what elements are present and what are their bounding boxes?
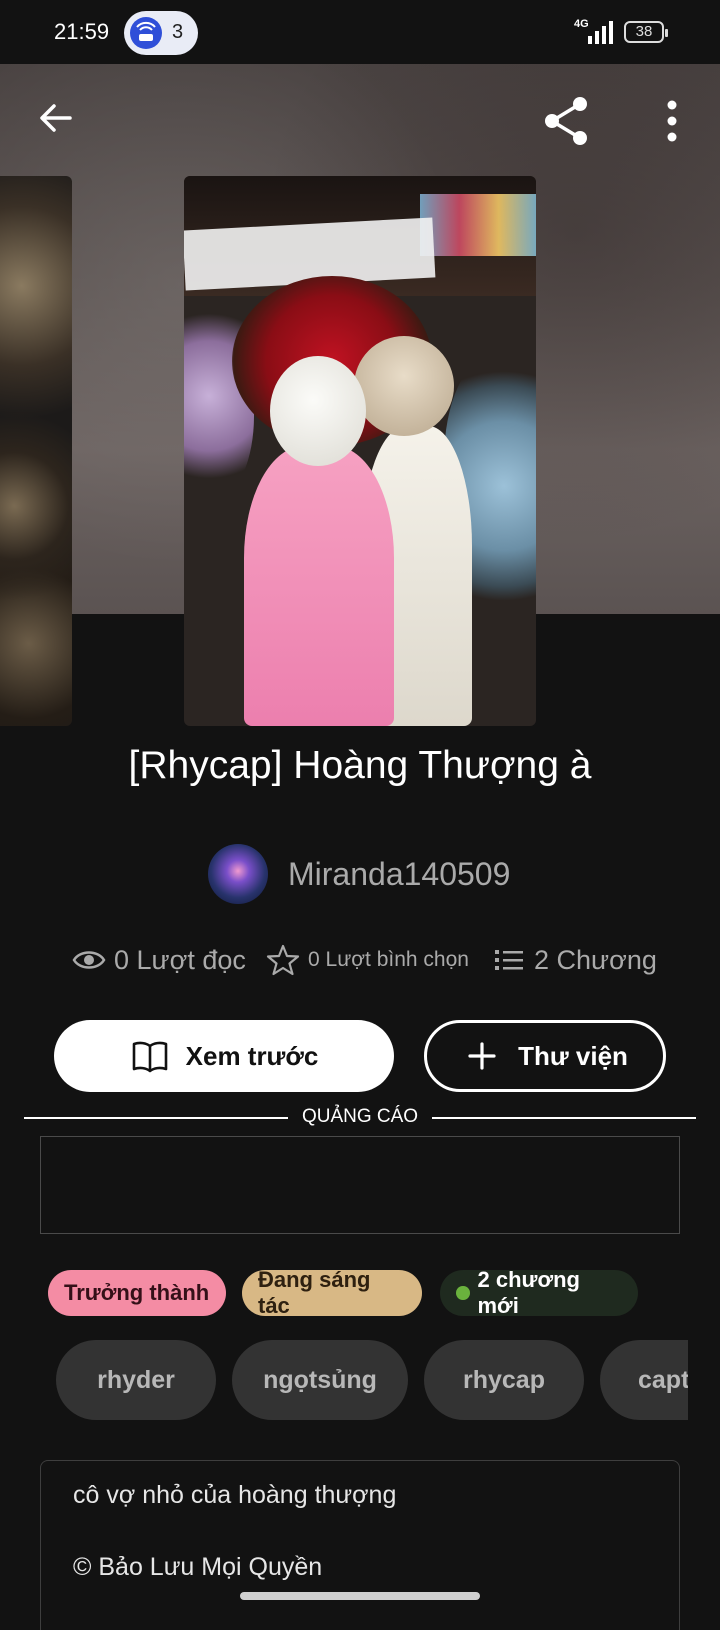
more-options-button[interactable] [650, 96, 694, 146]
story-description: cô vợ nhỏ của hoàng thượng © Bảo Lưu Mọi… [40, 1460, 680, 1630]
previous-cover-image[interactable] [0, 176, 72, 726]
copyright-line: © Bảo Lưu Mọi Quyền [73, 1553, 323, 1581]
tag-list: rhyder ngọtsủng rhycap capt [0, 1340, 688, 1420]
tag-chip[interactable]: rhycap [424, 1340, 584, 1420]
tag-label: ngọtsủng [263, 1365, 377, 1394]
new-chapters-label: 2 chương mới [477, 1267, 580, 1318]
eye-icon [72, 951, 106, 969]
mature-badge-label: Trưởng thành [64, 1280, 210, 1305]
votes-count: 0 Lượt bình chọn [308, 948, 469, 971]
description-line: cô vợ nhỏ của hoàng thượng [73, 1481, 397, 1509]
story-title: [Rhycap] Hoàng Thượng à [128, 744, 592, 787]
battery-icon: 38 [624, 21, 668, 43]
author-avatar[interactable] [208, 844, 268, 904]
notification-count: 3 [172, 21, 184, 43]
reads-count: 0 Lượt đọc [114, 944, 246, 975]
reads-stat: 0 Lượt đọc [72, 940, 246, 980]
new-chapters-badge: 2 chương mới [440, 1267, 638, 1318]
list-icon [495, 950, 523, 970]
wifi-router-icon [130, 17, 162, 49]
library-label: Thư viện [518, 1040, 628, 1071]
add-to-library-button[interactable]: Thư viện [424, 1020, 666, 1092]
tag-chip[interactable]: rhyder [56, 1340, 216, 1420]
status-bar: 21:59 3 4G 38 [0, 0, 720, 64]
open-book-icon [132, 1041, 167, 1073]
back-button[interactable] [34, 96, 78, 140]
preview-button[interactable]: Xem trước [54, 1020, 394, 1092]
author-name[interactable]: Miranda140509 [288, 856, 510, 893]
tag-label: rhycap [463, 1365, 545, 1394]
notification-pill[interactable]: 3 [124, 11, 198, 55]
ad-label-row: QUẢNG CÁO [24, 1106, 696, 1130]
ongoing-badge-label: Đang sáng tác [258, 1267, 371, 1318]
green-dot-icon [456, 1286, 470, 1300]
plus-icon [468, 1042, 496, 1070]
ongoing-badge: Đang sáng tác [242, 1267, 422, 1318]
share-button[interactable] [540, 94, 594, 148]
ad-label: QUẢNG CÁO [301, 1106, 419, 1127]
chapters-stat[interactable]: 2 Chương [492, 940, 657, 980]
tag-chip[interactable]: ngọtsủng [232, 1340, 408, 1420]
ad-placeholder[interactable] [40, 1136, 680, 1234]
status-time: 21:59 [54, 19, 110, 44]
battery-level: 38 [635, 23, 653, 40]
mature-badge: Trưởng thành [48, 1270, 226, 1316]
tag-label: capt [638, 1365, 688, 1394]
story-cover-image [184, 176, 536, 726]
more-vertical-icon [667, 100, 677, 142]
share-icon [545, 97, 587, 145]
author-row[interactable]: Miranda140509 [0, 844, 720, 904]
votes-stat: 0 Lượt bình chọn [266, 940, 469, 980]
preview-label: Xem trước [185, 1040, 319, 1071]
star-icon [266, 944, 300, 976]
tag-chip[interactable]: capt [600, 1340, 688, 1420]
tag-label: rhyder [97, 1365, 175, 1394]
arrow-left-icon [40, 104, 72, 132]
story-stats: 0 Lượt đọc 0 Lượt bình chọn 2 Chương [0, 940, 720, 980]
signal-icon [588, 21, 613, 44]
home-indicator[interactable] [240, 1592, 480, 1600]
chapters-count: 2 Chương [534, 944, 657, 975]
